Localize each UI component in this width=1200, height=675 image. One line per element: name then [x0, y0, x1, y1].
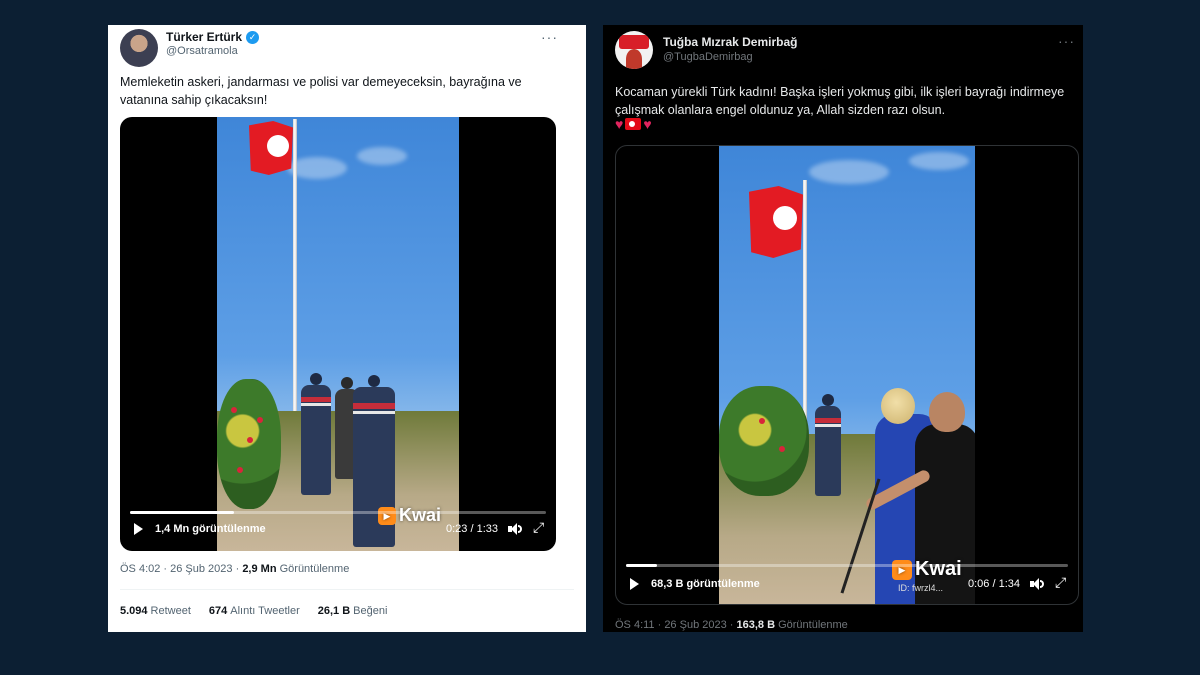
volume-icon[interactable]	[1030, 578, 1044, 590]
play-icon[interactable]	[630, 578, 639, 590]
video-views: 1,4 Mn görüntülenme	[155, 523, 266, 535]
author-row[interactable]: Türker Ertürk ✓	[166, 30, 260, 44]
video-progress-bar[interactable]	[626, 564, 1068, 567]
avatar[interactable]	[615, 31, 653, 69]
tweet-timestamp[interactable]: ÖS 4:11 · 26 Şub 2023 ·	[615, 619, 736, 631]
video-controls: 1,4 Mn görüntülenme 0:23 / 1:33	[130, 519, 546, 536]
author-name[interactable]: Türker Ertürk	[166, 30, 242, 44]
view-count: 2,9 Mn	[242, 563, 277, 575]
tweet-meta: ÖS 4:11 · 26 Şub 2023 · 163,8 B Görüntül…	[615, 619, 848, 631]
tweet-text: Kocaman yürekli Türk kadını! Başka işler…	[615, 85, 1065, 117]
video-player[interactable]: ▶ Kwai ID: fwrzl4... 68,3 B görüntülenme…	[615, 145, 1079, 605]
video-progress-bar[interactable]	[130, 511, 546, 514]
play-icon[interactable]	[134, 523, 143, 535]
emoji-row: ♥ ♥	[615, 117, 652, 131]
video-controls: 68,3 B görüntülenme 0:06 / 1:34	[626, 574, 1068, 591]
divider	[120, 589, 574, 590]
author-handle[interactable]: @TugbaDemirbag	[663, 51, 753, 63]
volume-icon[interactable]	[508, 523, 522, 535]
red-heart-icon: ♥	[643, 116, 652, 132]
tweet-timestamp[interactable]: ÖS 4:02 · 26 Şub 2023 ·	[120, 563, 242, 575]
view-count: 163,8 B	[736, 619, 776, 631]
fullscreen-icon[interactable]	[533, 519, 546, 536]
more-options-icon[interactable]: ···	[541, 29, 558, 45]
video-frame	[719, 146, 975, 604]
kwai-logo-icon: ▶	[892, 559, 912, 580]
view-label: Görüntülenme	[775, 619, 848, 631]
tweet-card-right[interactable]: Tuğba Mızrak Demirbağ @TugbaDemirbag ···…	[603, 25, 1083, 632]
tweet-meta: ÖS 4:02 · 26 Şub 2023 · 2,9 Mn Görüntüle…	[120, 563, 349, 575]
avatar[interactable]	[120, 29, 158, 67]
tweet-stats: 5.094 Retweet 674 Alıntı Tweetler 26,1 B Be…	[120, 605, 387, 617]
turkey-flag-icon	[625, 118, 642, 130]
kwai-logo-icon: ▶	[378, 506, 396, 525]
video-views: 68,3 B görüntülenme	[651, 578, 760, 590]
verified-badge-icon: ✓	[246, 30, 260, 44]
video-time: 0:23 / 1:33	[446, 523, 498, 535]
video-frame	[217, 117, 459, 551]
author-handle[interactable]: @Orsatramola	[166, 45, 238, 57]
more-options-icon[interactable]: ···	[1058, 33, 1075, 49]
video-progress-fill	[130, 511, 234, 514]
fullscreen-icon[interactable]	[1055, 574, 1068, 591]
tweet-card-left[interactable]: Türker Ertürk ✓ @Orsatramola ··· Memleke…	[108, 25, 586, 632]
red-heart-icon: ♥	[615, 116, 624, 132]
view-label: Görüntülenme	[276, 563, 350, 575]
tweet-text: Memleketin askeri, jandarması ve polisi …	[120, 75, 522, 107]
video-player[interactable]: ▶ Kwai 1,4 Mn görüntülenme 0:23 / 1:33	[120, 117, 556, 551]
stat-quotes[interactable]: 674 Alıntı Tweetler	[209, 605, 300, 617]
author-row[interactable]: Tuğba Mızrak Demirbağ	[663, 35, 797, 49]
author-name[interactable]: Tuğba Mızrak Demirbağ	[663, 35, 797, 49]
video-progress-fill	[626, 564, 657, 567]
stat-likes[interactable]: 26,1 B Beğeni	[318, 605, 388, 617]
stat-retweets[interactable]: 5.094 Retweet	[120, 605, 191, 617]
video-time: 0:06 / 1:34	[968, 578, 1020, 590]
